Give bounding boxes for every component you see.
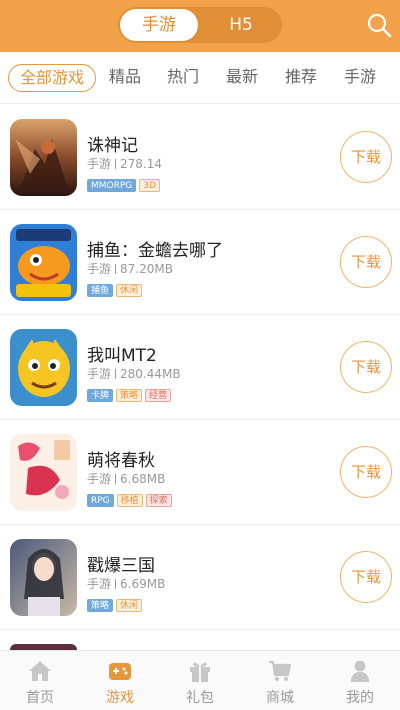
meta-divider [115, 369, 117, 379]
game-icon-image [10, 224, 77, 301]
game-tags: 卡牌 策略 经营 [87, 383, 174, 402]
game-meta: 手游 6.69MB [87, 575, 165, 592]
game-title: 诛神记 [87, 136, 138, 156]
game-tags: 策略 休闲 [87, 593, 145, 612]
game-tag: MMORPG [87, 179, 137, 192]
nav-home-label: 首页 [26, 690, 54, 706]
category-mobile[interactable]: 手游 [335, 64, 385, 92]
bottom-navigation: 首页 游戏 礼包 商城 我的 [0, 650, 400, 710]
game-meta: 手游 280.44MB [87, 365, 181, 382]
meta-divider [115, 264, 117, 274]
game-tag: 休闲 [116, 599, 143, 612]
platform-segmented-control: 手游 H5 [118, 7, 282, 43]
nav-profile-label: 我的 [346, 690, 374, 706]
game-platform: 手游 [87, 367, 112, 381]
meta-divider [115, 474, 117, 484]
game-title: 萌将春秋 [87, 451, 155, 471]
game-row-partial[interactable] [0, 630, 400, 650]
nav-store[interactable]: 商城 [240, 651, 320, 710]
game-size: 6.69MB [120, 577, 166, 591]
gift-icon [190, 662, 210, 682]
tab-mobile-games[interactable]: 手游 [120, 9, 198, 41]
category-featured[interactable]: 精品 [100, 64, 150, 92]
gamepad-icon [109, 663, 131, 680]
download-button[interactable]: 下载 [340, 446, 392, 498]
game-row[interactable]: 戳爆三国 手游 6.69MB 策略 休闲 下载 [0, 525, 400, 630]
game-title: 我叫MT2 [87, 346, 157, 366]
download-button[interactable]: 下载 [340, 236, 392, 288]
game-size: 280.44MB [120, 367, 181, 381]
game-tag: RPG [87, 494, 114, 507]
home-icon [29, 661, 51, 681]
game-tag: 探索 [145, 494, 172, 507]
tab-h5-games[interactable]: H5 [202, 9, 280, 41]
game-size: 87.20MB [120, 262, 173, 276]
game-platform: 手游 [87, 577, 112, 591]
game-title: 戳爆三国 [87, 556, 155, 576]
cart-icon [269, 660, 292, 681]
game-tag: 移植 [116, 494, 143, 507]
game-title: 捕鱼：金蟾去哪了 [87, 241, 223, 261]
user-icon [351, 660, 369, 682]
nav-home[interactable]: 首页 [0, 651, 80, 710]
category-all-games[interactable]: 全部游戏 [8, 64, 96, 92]
game-tag: 经营 [145, 389, 172, 402]
game-platform: 手游 [87, 157, 112, 171]
game-row[interactable]: 捕鱼：金蟾去哪了 手游 87.20MB 捕鱼 休闲 下载 [0, 210, 400, 315]
nav-gifts-label: 礼包 [186, 690, 214, 706]
category-recommended[interactable]: 推荐 [276, 64, 326, 92]
game-row[interactable]: 我叫MT2 手游 280.44MB 卡牌 策略 经营 下载 [0, 315, 400, 420]
nav-games[interactable]: 游戏 [80, 651, 160, 710]
game-tag: 休闲 [116, 284, 143, 297]
meta-divider [115, 159, 117, 169]
game-tags: RPG 移植 探索 [87, 488, 175, 507]
category-hot[interactable]: 热门 [158, 64, 208, 92]
game-meta: 手游 278.14 [87, 155, 162, 172]
game-size: 6.68MB [120, 472, 166, 486]
top-bar: 手游 H5 [0, 0, 400, 52]
game-meta: 手游 6.68MB [87, 470, 165, 487]
game-tags: 捕鱼 休闲 [87, 278, 145, 297]
game-tag: 策略 [87, 599, 114, 612]
game-platform: 手游 [87, 262, 112, 276]
game-meta: 手游 87.20MB [87, 260, 173, 277]
game-size: 278.14 [120, 157, 163, 171]
download-button[interactable]: 下载 [340, 341, 392, 393]
download-button[interactable]: 下载 [340, 131, 392, 183]
game-tag: 策略 [116, 389, 143, 402]
game-icon-image [10, 539, 77, 616]
game-row[interactable]: 诛神记 手游 278.14 MMORPG 3D 下载 [0, 105, 400, 210]
nav-gifts[interactable]: 礼包 [160, 651, 240, 710]
game-tags: MMORPG 3D [87, 173, 163, 192]
game-tag: 卡牌 [87, 389, 114, 402]
game-row[interactable]: 萌将春秋 手游 6.68MB RPG 移植 探索 下载 [0, 420, 400, 525]
nav-profile[interactable]: 我的 [320, 651, 400, 710]
category-tabs: 全部游戏 精品 热门 最新 推荐 手游 [0, 52, 400, 104]
game-icon-image [10, 434, 77, 511]
nav-store-label: 商城 [266, 690, 294, 706]
meta-divider [115, 579, 117, 589]
nav-games-label: 游戏 [106, 690, 134, 706]
game-tag: 捕鱼 [87, 284, 114, 297]
search-icon[interactable] [366, 12, 392, 38]
game-icon-image [10, 119, 77, 196]
download-button[interactable]: 下载 [340, 551, 392, 603]
category-newest[interactable]: 最新 [217, 64, 267, 92]
game-icon-image [10, 329, 77, 406]
game-platform: 手游 [87, 472, 112, 486]
game-tag: 3D [139, 179, 160, 192]
